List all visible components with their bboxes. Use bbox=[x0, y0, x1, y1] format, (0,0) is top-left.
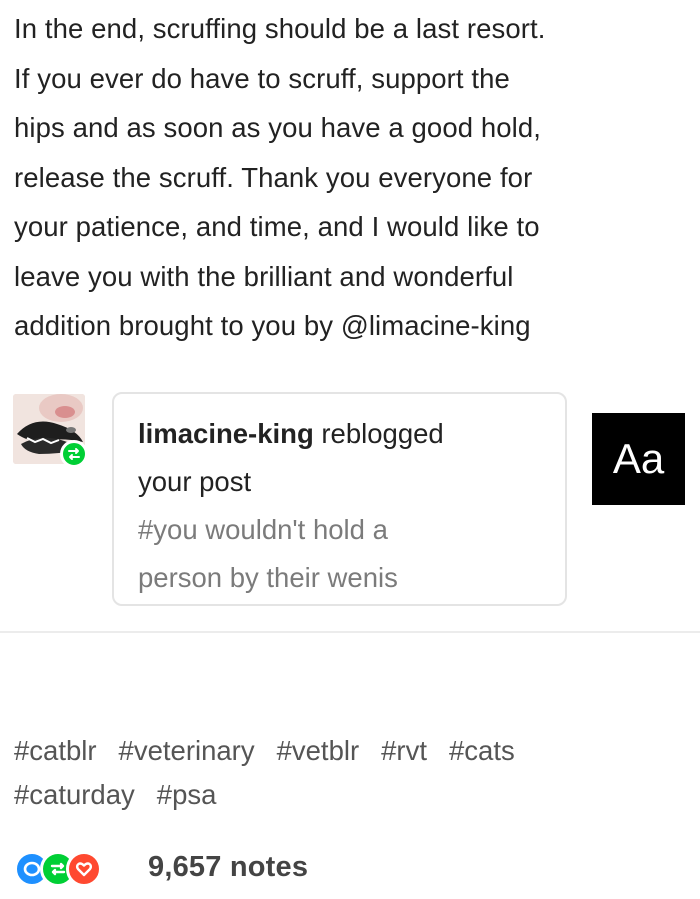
notification-username[interactable]: limacine-king bbox=[138, 418, 314, 449]
post-body-line: release the scruff. Thank you everyone f… bbox=[14, 161, 533, 193]
post-body-line: addition brought to you by @limacine-kin… bbox=[14, 310, 531, 341]
reblog-notification: limacine-king reblogged your post #you w… bbox=[0, 380, 700, 630]
notification-action: reblogged bbox=[313, 418, 444, 449]
like-icon bbox=[66, 851, 102, 887]
notification-headline: limacine-king reblogged bbox=[138, 410, 558, 458]
tag-list: #catblr #veterinary #vetblr #rvt #cats #catur… bbox=[14, 729, 694, 817]
post-body: In the end, scruffing should be a last r… bbox=[14, 4, 684, 351]
notification-tag-line: person by their wenis bbox=[138, 562, 398, 593]
post-body-line: In the end, scruffing should be a last r… bbox=[14, 13, 546, 44]
notes-bar[interactable]: 9,657 notes bbox=[14, 845, 308, 889]
tag-link[interactable]: #rvt bbox=[381, 729, 427, 773]
notification-tag-line: #you wouldn't hold a bbox=[138, 514, 388, 545]
tag-link[interactable]: #cats bbox=[449, 729, 515, 773]
tag-link[interactable]: #caturday bbox=[14, 773, 135, 817]
notification-action-cont: your post bbox=[138, 466, 252, 497]
divider bbox=[0, 631, 700, 633]
reblog-icon bbox=[68, 448, 80, 460]
text-post-thumbnail[interactable]: Aa bbox=[592, 413, 685, 505]
tag-link[interactable]: #catblr bbox=[14, 729, 97, 773]
post-body-line: leave you with the brilliant and wonderf… bbox=[14, 260, 514, 292]
post-body-line: your patience, and time, and I would lik… bbox=[14, 211, 540, 242]
tag-link[interactable]: #veterinary bbox=[119, 729, 255, 773]
post-body-line: If you ever do have to scruff, support t… bbox=[14, 62, 510, 94]
reblog-badge bbox=[60, 440, 88, 468]
notes-count[interactable]: 9,657 notes bbox=[148, 851, 308, 884]
tag-link[interactable]: #vetblr bbox=[277, 729, 360, 773]
post-body-line: hips and as soon as you have a good hold… bbox=[14, 112, 541, 143]
note-icons bbox=[14, 847, 134, 887]
notification-card[interactable]: limacine-king reblogged your post #you w… bbox=[112, 392, 567, 606]
tag-link[interactable]: #psa bbox=[157, 773, 217, 817]
